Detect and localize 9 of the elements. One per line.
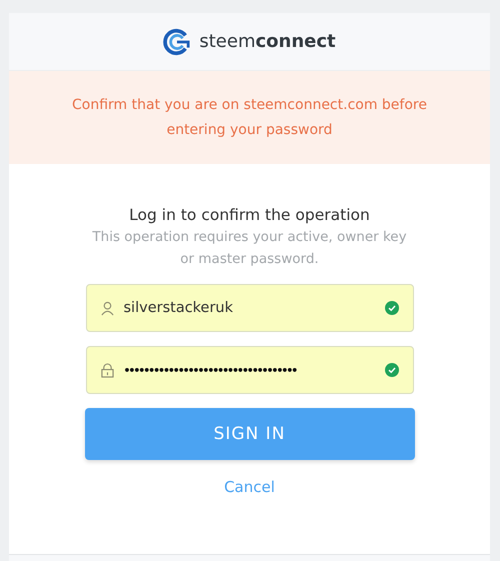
form-subtitle: This operation requires your active, owner key or master password. bbox=[91, 228, 408, 269]
input-field[interactable]: silverstackeruk bbox=[86, 284, 414, 332]
input-field[interactable]: ••••••••••••••••••••••••••••••••••• bbox=[86, 346, 414, 394]
lock-icon bbox=[100, 362, 114, 378]
form-title: Log in to confirm the operation bbox=[129, 206, 370, 224]
brand-name: steemconnect bbox=[199, 31, 336, 52]
user-icon bbox=[100, 300, 114, 316]
warning-text: Confirm that you are on steemconnect.com before entering your password bbox=[71, 96, 428, 140]
logo-icon bbox=[163, 28, 192, 56]
